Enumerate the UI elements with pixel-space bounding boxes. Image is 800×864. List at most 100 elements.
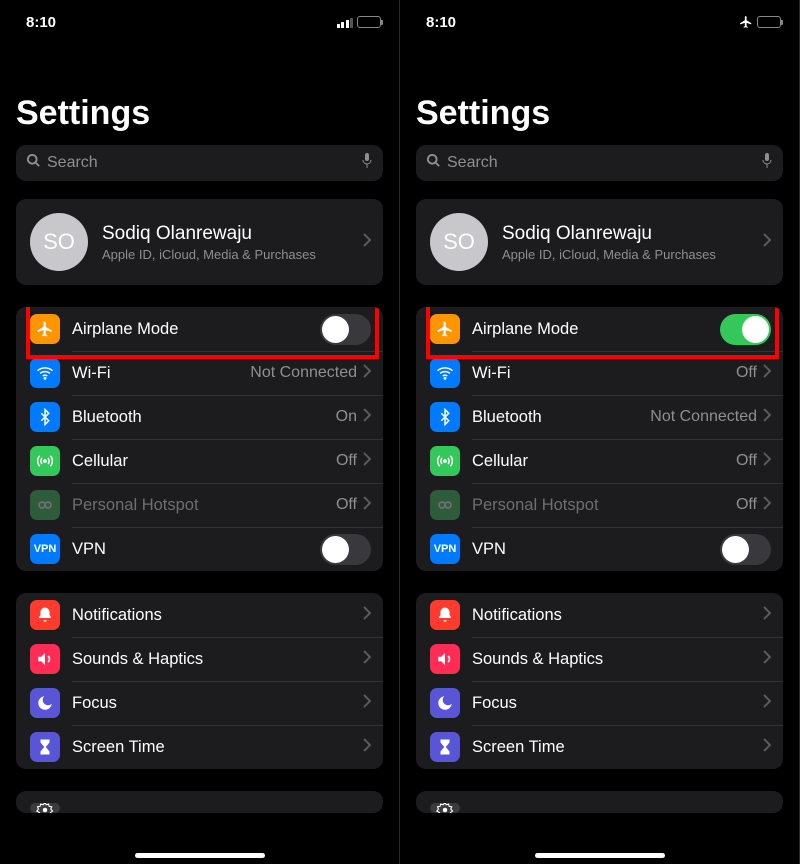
profile-row[interactable]: SO Sodiq Olanrewaju Apple ID, iCloud, Me…	[416, 199, 783, 285]
chevron-right-icon	[763, 694, 771, 713]
focus-label: Focus	[472, 694, 763, 713]
airplane-icon	[430, 314, 460, 344]
row-bluetooth[interactable]: Bluetooth On	[16, 395, 383, 439]
row-notifications[interactable]: Notifications	[416, 593, 783, 637]
status-bar: 8:10	[400, 0, 799, 44]
chevron-right-icon	[363, 408, 371, 427]
status-bar: 8:10	[0, 0, 399, 44]
row-wifi[interactable]: Wi-Fi Off	[416, 351, 783, 395]
screentime-icon	[30, 732, 60, 762]
bluetooth-icon	[430, 402, 460, 432]
airplane-icon	[30, 314, 60, 344]
profile-name: Sodiq Olanrewaju	[502, 223, 763, 245]
vpn-icon: VPN	[430, 534, 460, 564]
search-placeholder: Search	[447, 154, 755, 172]
chevron-right-icon	[363, 233, 371, 252]
airplane-label: Airplane Mode	[72, 320, 320, 339]
row-hotspot[interactable]: Personal Hotspot Off	[416, 483, 783, 527]
row-focus[interactable]: Focus	[416, 681, 783, 725]
screentime-icon	[430, 732, 460, 762]
sounds-icon	[430, 644, 460, 674]
row-hotspot[interactable]: Personal Hotspot Off	[16, 483, 383, 527]
notifications-label: Notifications	[72, 606, 363, 625]
row-notifications[interactable]: Notifications	[16, 593, 383, 637]
general-group-partial	[16, 791, 383, 813]
row-general-partial[interactable]	[416, 791, 783, 813]
general-group-partial	[416, 791, 783, 813]
chevron-right-icon	[363, 496, 371, 515]
wifi-icon	[30, 358, 60, 388]
airplane-status-icon	[739, 15, 753, 29]
wifi-label: Wi-Fi	[472, 364, 736, 383]
row-wifi[interactable]: Wi-Fi Not Connected	[16, 351, 383, 395]
row-airplane-mode[interactable]: Airplane Mode	[16, 307, 383, 351]
row-general-partial[interactable]	[16, 791, 383, 813]
chevron-right-icon	[763, 364, 771, 383]
connectivity-group: Airplane Mode Wi-Fi Off Bluetooth Not Co…	[416, 307, 783, 571]
chevron-right-icon	[763, 650, 771, 669]
search-input[interactable]: Search	[416, 145, 783, 181]
vpn-icon: VPN	[30, 534, 60, 564]
row-cellular[interactable]: Cellular Off	[16, 439, 383, 483]
cellular-value: Off	[736, 452, 757, 470]
focus-icon	[430, 688, 460, 718]
row-bluetooth[interactable]: Bluetooth Not Connected	[416, 395, 783, 439]
profile-row[interactable]: SO Sodiq Olanrewaju Apple ID, iCloud, Me…	[16, 199, 383, 285]
wifi-label: Wi-Fi	[72, 364, 250, 383]
wifi-value: Off	[736, 364, 757, 382]
page-header: Settings	[400, 44, 799, 141]
profile-sub: Apple ID, iCloud, Media & Purchases	[502, 247, 763, 262]
avatar: SO	[430, 213, 488, 271]
phone-right: 8:10 Settings Search SO Sodiq Olanrewaju…	[400, 0, 800, 864]
notifications-icon	[430, 600, 460, 630]
wifi-icon	[430, 358, 460, 388]
page-title: Settings	[416, 94, 783, 133]
airplane-toggle[interactable]	[320, 314, 371, 345]
focus-icon	[30, 688, 60, 718]
cellular-label: Cellular	[72, 452, 336, 471]
chevron-right-icon	[763, 738, 771, 757]
notifications-label: Notifications	[472, 606, 763, 625]
chevron-right-icon	[363, 364, 371, 383]
search-input[interactable]: Search	[16, 145, 383, 181]
chevron-right-icon	[763, 408, 771, 427]
row-airplane-mode[interactable]: Airplane Mode	[416, 307, 783, 351]
row-screentime[interactable]: Screen Time	[16, 725, 383, 769]
bluetooth-icon	[30, 402, 60, 432]
home-indicator[interactable]	[135, 853, 265, 858]
row-focus[interactable]: Focus	[16, 681, 383, 725]
chevron-right-icon	[763, 606, 771, 625]
row-vpn[interactable]: VPN VPN	[416, 527, 783, 571]
cellular-value: Off	[336, 452, 357, 470]
page-header: Settings	[0, 44, 399, 141]
mic-icon[interactable]	[761, 152, 773, 175]
airplane-toggle[interactable]	[720, 314, 771, 345]
general-icon	[30, 803, 60, 813]
home-indicator[interactable]	[535, 853, 665, 858]
profile-name: Sodiq Olanrewaju	[102, 223, 363, 245]
mic-icon[interactable]	[361, 152, 373, 175]
battery-icon	[357, 16, 381, 28]
bluetooth-label: Bluetooth	[72, 408, 336, 427]
vpn-toggle[interactable]	[720, 534, 771, 565]
row-cellular[interactable]: Cellular Off	[416, 439, 783, 483]
row-sounds[interactable]: Sounds & Haptics	[16, 637, 383, 681]
chevron-right-icon	[763, 452, 771, 471]
chevron-right-icon	[363, 738, 371, 757]
vpn-label: VPN	[72, 540, 320, 559]
row-sounds[interactable]: Sounds & Haptics	[416, 637, 783, 681]
row-vpn[interactable]: VPN VPN	[16, 527, 383, 571]
sounds-label: Sounds & Haptics	[72, 650, 363, 669]
status-time: 8:10	[26, 14, 56, 31]
hotspot-icon	[30, 490, 60, 520]
vpn-toggle[interactable]	[320, 534, 371, 565]
chevron-right-icon	[363, 606, 371, 625]
notifications-group: Notifications Sounds & Haptics Focus Scr…	[416, 593, 783, 769]
bluetooth-label: Bluetooth	[472, 408, 650, 427]
cellular-signal-icon	[337, 16, 354, 28]
cellular-label: Cellular	[472, 452, 736, 471]
hotspot-value: Off	[336, 496, 357, 514]
row-screentime[interactable]: Screen Time	[416, 725, 783, 769]
bluetooth-value: On	[336, 408, 357, 426]
profile-group: SO Sodiq Olanrewaju Apple ID, iCloud, Me…	[416, 199, 783, 285]
